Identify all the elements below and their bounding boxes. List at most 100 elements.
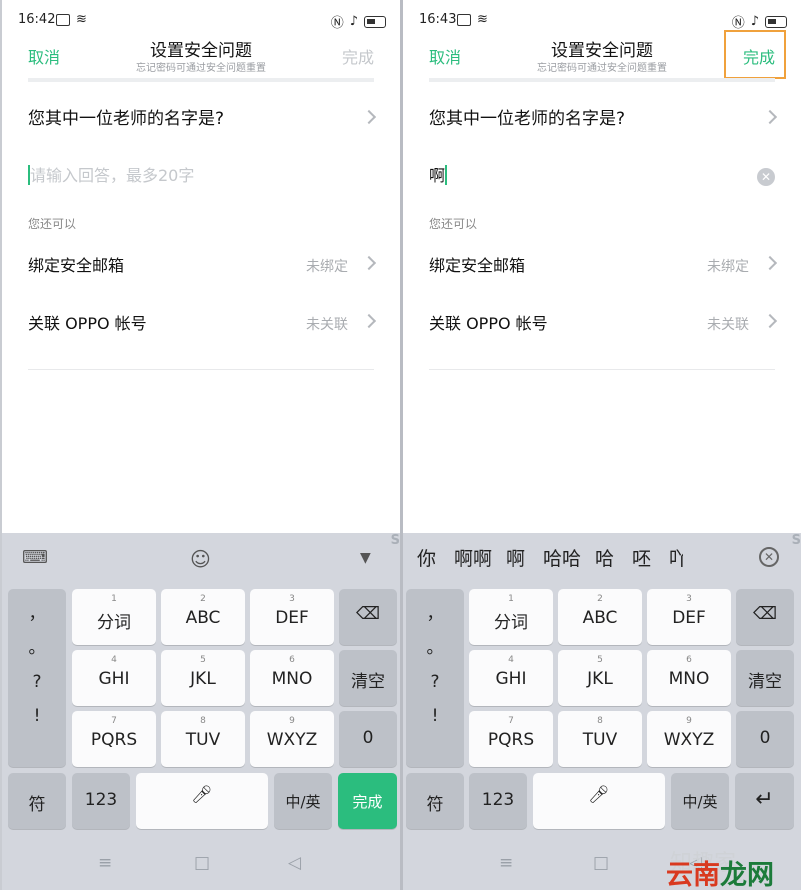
candidate-word[interactable]: 哈 — [595, 544, 632, 571]
lang-switch-key[interactable]: 中/英 — [274, 773, 332, 829]
page-subtitle: 忘记密码可通过安全问题重置 — [136, 63, 266, 74]
keyboard: 你 啊啊 啊 哈哈 哈 呸 吖 ✕ S ， 。 ? ! 1 分词 2 ABC 3 DE… — [403, 533, 801, 890]
battery-icon — [364, 15, 386, 28]
key-0[interactable]: 0 — [339, 711, 397, 767]
symbol-key[interactable]: 符 — [8, 773, 66, 829]
clear-key[interactable]: 清空 — [736, 650, 794, 706]
bind-email-option[interactable]: 绑定安全邮箱 未绑定 — [429, 252, 778, 282]
key-5[interactable]: 5 JKL — [558, 650, 642, 706]
divider — [429, 78, 775, 82]
clear-key[interactable]: 清空 — [339, 650, 397, 706]
option-label: 关联 OPPO 帐号 — [28, 314, 147, 333]
link-oppo-account-option[interactable]: 关联 OPPO 帐号 未关联 — [429, 310, 778, 340]
candidate-word[interactable]: 啊啊 — [454, 544, 506, 571]
punct-key[interactable]: ， — [406, 597, 464, 631]
punctuation-column[interactable]: ， 。 ? ! — [8, 589, 66, 767]
punct-key[interactable]: ? — [8, 665, 66, 699]
candidate-word[interactable]: 吖 — [669, 544, 683, 571]
answer-value: 啊 — [429, 166, 446, 185]
enter-done-key[interactable]: 完成 — [338, 773, 397, 829]
question-text: 您其中一位老师的名字是? — [28, 109, 225, 129]
key-7[interactable]: 7 PQRS — [72, 711, 156, 767]
answer-input[interactable]: 请输入回答，最多20字 — [28, 162, 374, 198]
clear-icon[interactable]: ✕ — [757, 168, 775, 186]
answer-input[interactable]: 啊 ✕ — [429, 162, 775, 198]
punct-key[interactable]: ! — [406, 699, 464, 733]
symbol-key[interactable]: 符 — [406, 773, 464, 829]
app-header: 取消 设置安全问题 忘记密码可通过安全问题重置 完成 — [403, 30, 801, 80]
key-9[interactable]: 9 WXYZ — [647, 711, 731, 767]
keyboard: ⌨ ☺ ▼ S ， 。 ? ! 1 分词 2 ABC 3 DEF ⌫ 4 GHI 5 JK… — [2, 533, 400, 890]
key-2[interactable]: 2 ABC — [558, 589, 642, 645]
candidate-word[interactable]: 哈哈 — [543, 544, 595, 571]
key-8[interactable]: 8 TUV — [558, 711, 642, 767]
punct-key[interactable]: ? — [406, 665, 464, 699]
punct-key[interactable]: 。 — [406, 631, 464, 665]
chevron-right-icon — [762, 109, 778, 125]
key-0[interactable]: 0 — [736, 711, 794, 767]
backspace-icon: ⌫ — [355, 604, 381, 624]
punct-key[interactable]: ， — [8, 597, 66, 631]
space-key[interactable]: 🎤︎ — [533, 773, 665, 829]
keyboard-icon[interactable]: ⌨ — [22, 547, 48, 568]
number-key[interactable]: 123 — [72, 773, 130, 829]
backspace-key[interactable]: ⌫ — [736, 589, 794, 645]
backspace-key[interactable]: ⌫ — [339, 589, 397, 645]
menu-icon[interactable]: ≡ — [499, 853, 513, 873]
key-6[interactable]: 6 MNO — [647, 650, 731, 706]
site-watermark: 知趣家 云南龙网 — [664, 845, 800, 890]
section-label: 您还可以 — [28, 217, 77, 231]
link-oppo-account-option[interactable]: 关联 OPPO 帐号 未关联 — [28, 310, 377, 340]
key-9[interactable]: 9 WXYZ — [250, 711, 334, 767]
close-icon[interactable]: ✕ — [759, 547, 779, 567]
mute-icon: ♪ — [349, 14, 358, 29]
enter-key[interactable]: ↵ — [735, 773, 794, 829]
key-3[interactable]: 3 DEF — [647, 589, 731, 645]
sogou-logo-icon: S — [390, 533, 400, 548]
bind-email-option[interactable]: 绑定安全邮箱 未绑定 — [28, 252, 377, 282]
mute-icon: ♪ — [750, 14, 759, 29]
done-button[interactable]: 完成 — [743, 44, 775, 68]
done-button[interactable]: 完成 — [342, 44, 374, 68]
key-1[interactable]: 1 分词 — [72, 589, 156, 645]
option-status: 未关联 — [306, 317, 348, 333]
lang-switch-key[interactable]: 中/英 — [671, 773, 729, 829]
question-selector[interactable]: 您其中一位老师的名字是? — [429, 104, 778, 140]
emoji-icon[interactable]: ☺ — [190, 547, 211, 571]
app-header: 取消 设置安全问题 忘记密码可通过安全问题重置 完成 — [2, 30, 400, 80]
option-status: 未关联 — [707, 317, 749, 333]
divider — [429, 369, 775, 370]
key-8[interactable]: 8 TUV — [161, 711, 245, 767]
page-title: 设置安全问题 — [150, 41, 252, 61]
space-key[interactable]: 🎤︎ — [136, 773, 268, 829]
key-1[interactable]: 1 分词 — [469, 589, 553, 645]
chevron-down-icon[interactable]: ▼ — [360, 550, 371, 566]
candidate-word[interactable]: 你 — [417, 544, 454, 571]
number-key[interactable]: 123 — [469, 773, 527, 829]
punctuation-column[interactable]: ， 。 ? ! — [406, 589, 464, 767]
wifi-icon: ≋ — [76, 12, 87, 27]
key-2[interactable]: 2 ABC — [161, 589, 245, 645]
key-3[interactable]: 3 DEF — [250, 589, 334, 645]
home-icon[interactable]: □ — [194, 853, 210, 873]
key-6[interactable]: 6 MNO — [250, 650, 334, 706]
candidate-word[interactable]: 啊 — [506, 544, 543, 571]
candidate-bar: 你 啊啊 啊 哈哈 哈 呸 吖 ✕ S — [403, 533, 801, 581]
menu-icon[interactable]: ≡ — [98, 853, 112, 873]
punct-key[interactable]: 。 — [8, 631, 66, 665]
notification-icon — [457, 13, 471, 26]
key-5[interactable]: 5 JKL — [161, 650, 245, 706]
punct-key[interactable]: ! — [8, 699, 66, 733]
option-status: 未绑定 — [306, 259, 348, 275]
candidate-word[interactable]: 呸 — [632, 544, 669, 571]
backspace-icon: ⌫ — [752, 604, 778, 624]
question-selector[interactable]: 您其中一位老师的名字是? — [28, 104, 377, 140]
keyboard-toolbar: ⌨ ☺ ▼ S — [2, 533, 400, 581]
key-7[interactable]: 7 PQRS — [469, 711, 553, 767]
home-icon[interactable]: □ — [593, 853, 609, 873]
key-4[interactable]: 4 GHI — [72, 650, 156, 706]
key-4[interactable]: 4 GHI — [469, 650, 553, 706]
section-label: 您还可以 — [429, 217, 478, 231]
back-icon[interactable]: ◁ — [288, 853, 301, 873]
microphone-icon: 🎤︎ — [588, 785, 610, 805]
